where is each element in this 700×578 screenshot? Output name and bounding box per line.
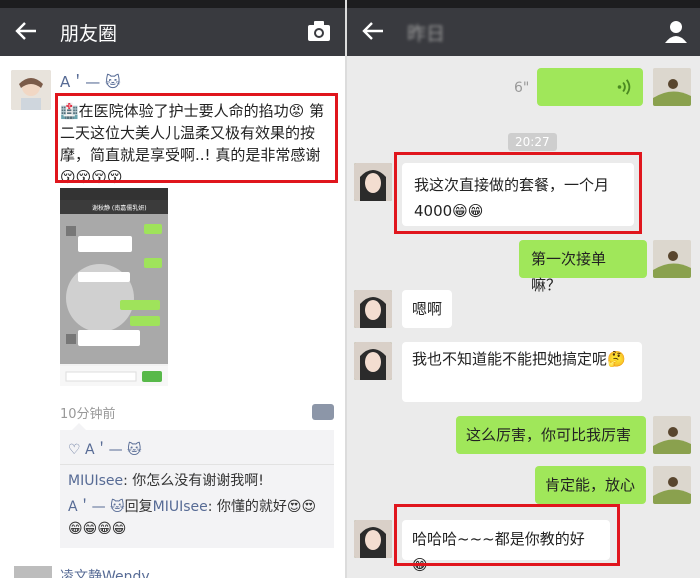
back-arrow-icon[interactable] <box>361 18 385 44</box>
voice-duration: 6" <box>514 80 530 96</box>
voice-wave-icon <box>617 79 631 95</box>
msg-6: 肯定能，放心 <box>535 466 646 504</box>
contact-avatar[interactable] <box>354 520 392 558</box>
comment-1-text: : 你怎么没有谢谢我啊! <box>123 473 264 489</box>
msg-3: 嗯啊 <box>402 290 452 328</box>
chat-title: 昨日 <box>407 23 446 45</box>
msg-2: 第一次接单嘛？ <box>519 240 647 294</box>
comment-2-user[interactable]: A＇— 🐱 <box>68 499 125 515</box>
comment-1: MIUIsee: 你怎么没有谢谢我啊! <box>68 470 330 492</box>
contact-avatar[interactable] <box>354 290 392 328</box>
page-title: 朋友圈 <box>60 23 118 45</box>
post-username[interactable]: A＇— 🐱 <box>60 71 121 92</box>
comments-box: ♡ A＇— 🐱 MIUIsee: 你怎么没有谢谢我啊! A＇— 🐱回复MIUIs… <box>60 423 334 548</box>
comment-2-target[interactable]: MIUIsee <box>153 499 208 515</box>
post-time: 10分钟前 <box>60 407 116 422</box>
camera-icon[interactable] <box>307 20 331 42</box>
msg-5: 这么厉害，你可比我厉害 <box>456 416 646 454</box>
highlight-box <box>394 152 642 234</box>
my-avatar[interactable] <box>653 240 691 278</box>
nav-bar: 朋友圈 <box>0 8 345 56</box>
screenshot-title: 谢秋静 (南嘉儒乳妍) <box>92 204 147 212</box>
post-image[interactable]: 谢秋静 (南嘉儒乳妍) <box>60 188 168 386</box>
post-avatar[interactable] <box>11 70 51 110</box>
back-arrow-icon[interactable] <box>14 18 38 44</box>
status-bar-right <box>347 0 700 8</box>
status-bar <box>0 0 345 8</box>
contact-info-icon[interactable] <box>664 19 688 43</box>
comment-1-user[interactable]: MIUIsee <box>68 473 123 489</box>
contact-avatar[interactable] <box>354 342 392 380</box>
voice-message-bubble[interactable] <box>537 68 643 106</box>
comment-2: A＇— 🐱回复MIUIsee: 你懂的就好😍😍😁😁😁😁 <box>68 496 330 540</box>
comment-2-reply-word: 回复 <box>124 499 153 515</box>
my-avatar[interactable] <box>653 466 691 504</box>
my-avatar[interactable] <box>653 416 691 454</box>
next-post-username[interactable]: 凌文静Wendy <box>60 566 150 578</box>
next-post-avatar[interactable] <box>14 566 52 578</box>
contact-avatar[interactable] <box>354 163 392 201</box>
moments-panel: 朋友圈 A＇— 🐱 🏥在医院体验了护士要人命的掐功😡 第二天这位大美人儿温柔又极… <box>0 0 345 578</box>
likes-row: ♡ A＇— 🐱 <box>68 442 142 458</box>
my-avatar[interactable] <box>653 68 691 106</box>
comment-action-icon[interactable] <box>312 404 334 420</box>
msg-4: 我也不知道能不能把她搞定呢🤔 <box>402 342 642 402</box>
chat-nav-bar: 昨日 <box>347 8 700 56</box>
highlight-box <box>394 504 620 566</box>
time-separator: 20:27 <box>508 133 557 151</box>
highlight-box <box>55 93 338 183</box>
